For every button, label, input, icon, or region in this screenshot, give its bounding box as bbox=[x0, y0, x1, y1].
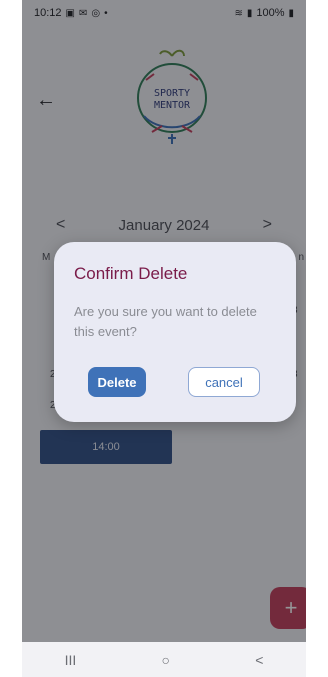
confirm-delete-dialog: Confirm Delete Are you sure you want to … bbox=[54, 242, 296, 422]
back-button[interactable]: < bbox=[255, 652, 263, 668]
dialog-title: Confirm Delete bbox=[74, 264, 188, 283]
delete-button[interactable]: Delete bbox=[88, 367, 146, 397]
recents-button[interactable]: III bbox=[65, 652, 77, 668]
system-nav-bar: III ○ < bbox=[22, 642, 306, 677]
home-button[interactable]: ○ bbox=[162, 652, 170, 668]
cancel-button[interactable]: cancel bbox=[188, 367, 260, 397]
dialog-message: Are you sure you want to delete this eve… bbox=[74, 304, 257, 339]
phone-screen: 10:12 ▣ ✉ ◎ • ≋ ▮ 100% ▮ ← SPORTY MENTOR… bbox=[22, 0, 306, 677]
